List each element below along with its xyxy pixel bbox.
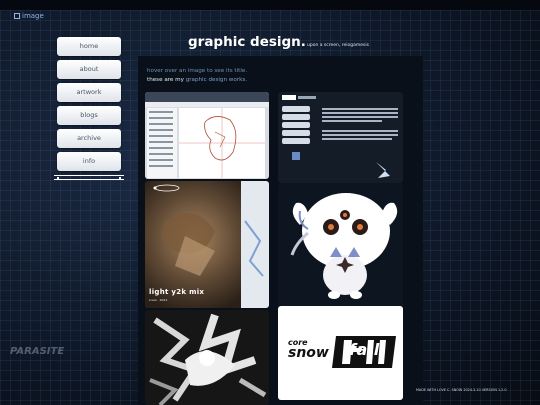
snowfall-logo-text: core snow [288, 339, 329, 361]
snowfall-logo-snow: snow [288, 345, 329, 361]
gallery-image-ui-screenshot[interactable] [145, 92, 269, 179]
gallery-image-angel-collage[interactable] [145, 310, 269, 405]
hover-hint: hover over an image to see its title. [147, 68, 248, 74]
snowfall-logo-fall: fall [349, 340, 380, 359]
page-title: graphic design. [188, 34, 306, 50]
nav-about-button[interactable]: about [57, 60, 121, 79]
intro-lead: these are my [147, 76, 186, 83]
nav-blogs-button[interactable]: blogs [57, 106, 121, 125]
web-layout-artwork [282, 95, 398, 178]
divider-dot [57, 176, 59, 179]
mascot-artwork [290, 193, 398, 299]
nav-info-button[interactable]: info [57, 152, 121, 171]
gallery-image-light-y2k-mix[interactable]: light y2k mix snow · 2024 [145, 181, 269, 308]
mix-subtitle: snow · 2024 [149, 298, 168, 302]
intro-text: hover over an image to see its title. th… [147, 67, 247, 84]
content-panel: hover over an image to see its title. th… [138, 56, 423, 405]
top-bar [0, 0, 540, 10]
footer-credit: MADE WITH LOVE C. SNOW 2024.3.10 VERSION… [416, 388, 507, 392]
gallery-image-mascot[interactable] [278, 183, 403, 309]
angel-collage-artwork [145, 310, 269, 405]
gallery-image-web-layout[interactable] [278, 92, 403, 183]
nav-home-button[interactable]: home [57, 37, 121, 56]
nav-divider [54, 175, 124, 180]
background-watermark: PARASITE [10, 346, 65, 357]
mix-title: light y2k mix [149, 288, 205, 296]
divider-dot [119, 176, 121, 179]
intro-accent: graphic design works. [185, 76, 248, 83]
broken-image-icon [14, 13, 20, 19]
header-logo[interactable]: image [14, 12, 44, 20]
page-subtitle: upon a screen, reiogamesis [307, 43, 369, 48]
gallery-image-coresnowfall-logo[interactable]: core snow fall [278, 306, 403, 400]
sidebar-nav: home about artwork blogs archive info [54, 37, 124, 180]
nav-archive-button[interactable]: archive [57, 129, 121, 148]
nav-artwork-button[interactable]: artwork [57, 83, 121, 102]
ui-screenshot-artwork [145, 92, 269, 178]
header-logo-alt: image [22, 12, 44, 20]
